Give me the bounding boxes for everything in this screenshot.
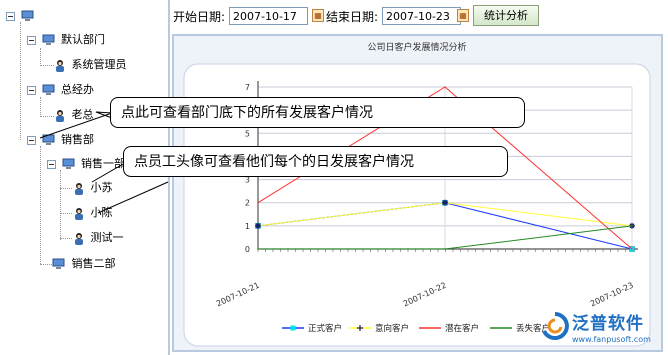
tree-item-label: 小陈 (90, 206, 113, 219)
y-tick-label: 0 (245, 245, 250, 254)
tree-connector (60, 188, 72, 189)
org-tree-panel: 默认部门 系统管理员 总经办 老总 销售部 销售一部 小苏 小陈 测试一 销售二… (0, 0, 170, 355)
tree-connector (40, 146, 41, 264)
tree-connector (60, 213, 72, 214)
user-avatar-icon[interactable] (73, 232, 85, 245)
department-icon (42, 34, 54, 45)
collapse-toggle-icon[interactable] (47, 159, 56, 169)
chart-title: 公司日客户发展情况分析 (367, 41, 466, 53)
legend-marker (290, 325, 296, 331)
user-avatar-icon[interactable] (54, 109, 66, 122)
data-point (631, 248, 633, 250)
tree-item-sales-two[interactable]: 销售二部 (52, 256, 116, 272)
user-avatar-icon[interactable] (73, 207, 85, 220)
tree-item-label: 系统管理员 (71, 58, 127, 71)
data-point (631, 225, 633, 227)
y-tick-label: 2 (245, 199, 250, 208)
tree-connector (60, 238, 72, 239)
tree-item-test-one[interactable]: 测试一 (73, 230, 124, 246)
legend-label: 意向客户 (375, 323, 409, 334)
end-date-label: 结束日期: (326, 10, 379, 24)
brand-url: www.fanpusoft.com (572, 335, 651, 344)
tree-item-xiaosu[interactable]: 小苏 (73, 180, 113, 196)
tree-connector (40, 264, 52, 265)
user-tip-callout: 点员工头像可查看他们每个的日发展客户情况 (123, 146, 508, 177)
tree-item-label: 小苏 (90, 181, 113, 194)
tree-item-admin[interactable]: 系统管理员 (54, 57, 127, 73)
end-calendar-icon[interactable]: ▦ (457, 9, 469, 22)
tree-item-xiaochen[interactable]: 小陈 (73, 205, 113, 221)
tree-connector (40, 65, 54, 66)
collapse-toggle-icon[interactable] (27, 85, 36, 95)
department-icon (52, 258, 65, 269)
department-icon (62, 158, 74, 169)
data-point (257, 201, 259, 204)
end-date-input[interactable] (382, 7, 461, 25)
tree-item-label: 销售一部 (81, 157, 125, 170)
tree-item-gm-office[interactable]: 总经办 (27, 82, 94, 98)
collapse-toggle-icon[interactable] (6, 11, 15, 21)
tree-item-label: 销售部 (61, 133, 94, 146)
tree-root[interactable] (6, 8, 40, 24)
collapse-toggle-icon[interactable] (27, 135, 36, 145)
tree-connector (40, 48, 41, 66)
tree-connector (60, 170, 61, 240)
user-avatar-icon[interactable] (73, 182, 85, 195)
chart-panel: 公司日客户发展情况分析 012345672007-10-212007-10-22… (172, 34, 663, 352)
y-tick-label: 7 (245, 83, 250, 92)
tree-item-label: 默认部门 (61, 33, 105, 46)
brand-logo-icon (542, 312, 569, 340)
user-avatar-icon[interactable] (54, 59, 66, 72)
start-date-label: 开始日期: (173, 10, 226, 24)
brand-name: 泛普软件 (572, 314, 644, 334)
data-point (444, 86, 446, 88)
tree-connector (40, 97, 41, 117)
data-point (257, 248, 259, 250)
legend-label: 正式客户 (308, 323, 342, 334)
tree-item-sales-one[interactable]: 销售一部 (47, 156, 125, 172)
filter-toolbar: 开始日期: ▦ 结束日期: ▦ 统计分析 (170, 0, 668, 32)
tree-connector (40, 116, 54, 117)
dept-tip-callout: 点此可查看部门底下的所有发展客户情况 (110, 97, 525, 128)
tree-item-label: 老总 (71, 108, 94, 121)
computer-icon (21, 10, 33, 21)
tree-item-label: 销售二部 (71, 257, 116, 270)
tree-item-label: 测试一 (90, 231, 124, 244)
department-icon (42, 84, 54, 95)
start-calendar-icon[interactable]: ▦ (312, 9, 324, 22)
tree-item-sales-dept[interactable]: 销售部 (27, 132, 94, 148)
statistics-button[interactable]: 统计分析 (473, 5, 539, 26)
tree-item-label: 总经办 (61, 83, 94, 96)
tree-connector (20, 22, 21, 140)
start-date-input[interactable] (229, 7, 308, 25)
collapse-toggle-icon[interactable] (27, 35, 36, 45)
department-icon (42, 134, 54, 145)
brand-watermark: 泛普软件 www.fanpusoft.com (540, 307, 668, 351)
tree-item-boss[interactable]: 老总 (54, 107, 94, 123)
legend-label: 潜在客户 (445, 323, 479, 334)
line-chart: 公司日客户发展情况分析 012345672007-10-212007-10-22… (183, 41, 651, 347)
y-tick-label: 5 (245, 129, 250, 138)
data-point (444, 248, 446, 250)
tree-item-default-dept[interactable]: 默认部门 (27, 32, 105, 48)
y-tick-label: 1 (245, 222, 250, 231)
